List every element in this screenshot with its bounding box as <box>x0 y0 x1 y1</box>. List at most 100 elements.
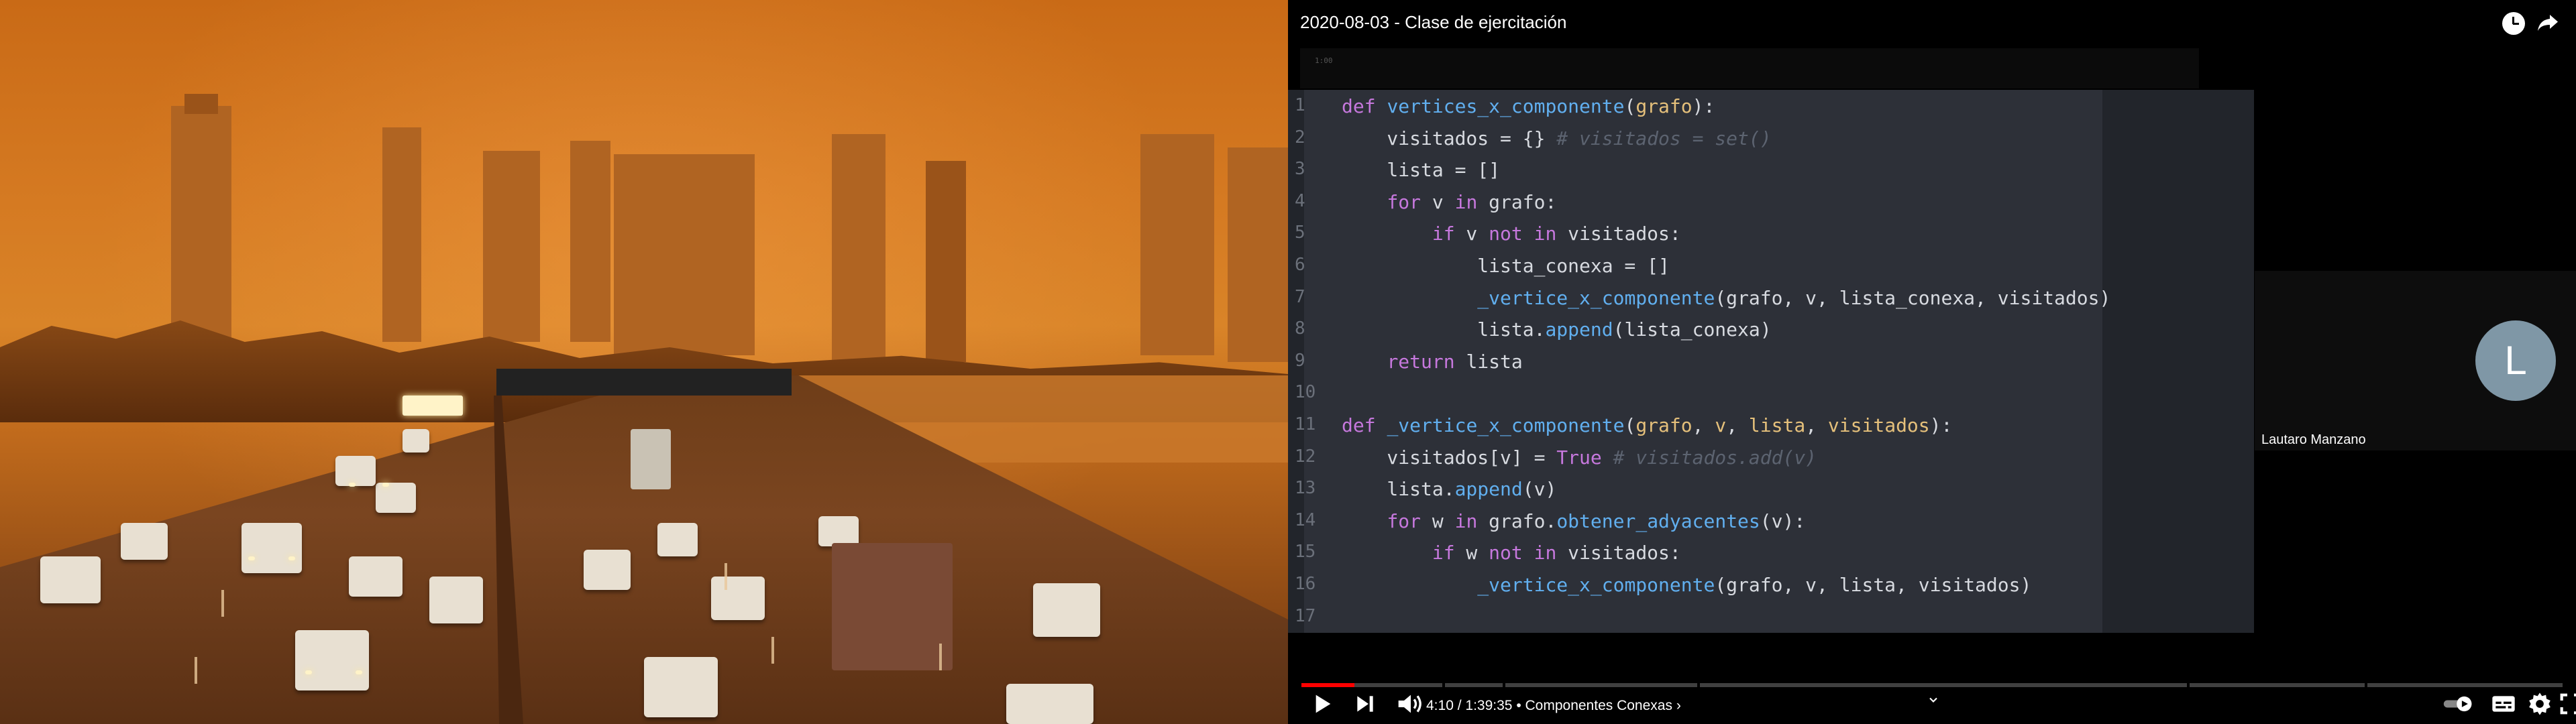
car <box>1033 583 1100 637</box>
car <box>40 556 101 603</box>
chapter-marker <box>1697 683 1700 687</box>
headlight <box>305 670 312 674</box>
headlight <box>349 483 356 487</box>
code-text: if v not in visitados: <box>1432 223 1681 245</box>
line-number: 16 <box>1295 574 1316 594</box>
code-text: visitados = {} # visitados = set() <box>1342 127 1772 149</box>
progress-bar[interactable] <box>1301 683 2563 687</box>
line-number: 12 <box>1295 446 1316 467</box>
chapter-title[interactable]: Componentes Conexas <box>1525 698 1672 713</box>
building <box>184 94 218 114</box>
line-number: 13 <box>1295 478 1316 499</box>
volume-icon[interactable] <box>1394 690 1428 717</box>
car <box>657 523 698 556</box>
code-text: visitados[v] = True # visitados.add(v) <box>1342 446 1817 469</box>
chapter-marker <box>1442 683 1445 687</box>
car <box>644 657 718 717</box>
line-number: 11 <box>1295 414 1316 434</box>
autoplay-toggle-icon[interactable] <box>2442 690 2475 717</box>
video-title[interactable]: 2020-08-03 - Clase de ejercitación <box>1300 12 1566 33</box>
time-display: 4:10 / 1:39:35 • Componentes Conexas › <box>1426 698 1681 714</box>
building <box>832 134 885 362</box>
lane-marking <box>939 644 942 670</box>
building <box>570 141 610 342</box>
line-number: 9 <box>1295 350 1305 371</box>
code-text: _vertice_x_componente(grafo, v, lista_co… <box>1477 286 2111 309</box>
line-number: 10 <box>1295 382 1316 403</box>
car <box>711 577 765 620</box>
code-text: lista.append(lista_conexa) <box>1342 318 1772 341</box>
headlight <box>402 396 463 416</box>
code-text: for w in grafo.obtener_adyacentes(v): <box>1387 509 1806 532</box>
play-icon[interactable] <box>1308 690 1335 717</box>
code-text: def _vertice_x_componente(grafo, v, list… <box>1342 414 1953 436</box>
headlight <box>288 556 295 560</box>
code-text: lista = [] <box>1342 159 1501 182</box>
code-text: if w not in visitados: <box>1432 542 1681 564</box>
slide-counter: 1:00 <box>1315 56 1333 65</box>
car <box>241 523 302 573</box>
code-text: def vertices_x_componente(grafo): <box>1342 95 1715 117</box>
chapter-separator: • <box>1516 698 1525 713</box>
share-arrow-icon[interactable] <box>2534 11 2561 35</box>
building <box>1228 147 1288 362</box>
time-separator: / <box>1457 698 1466 713</box>
car <box>349 556 402 597</box>
line-number: 15 <box>1295 542 1316 562</box>
slide-toolbar: 1:00 <box>1300 48 2199 88</box>
building <box>483 151 540 342</box>
line-number: 8 <box>1295 318 1305 339</box>
line-number: 1 <box>1295 95 1305 115</box>
participant-name: Lautaro Manzano <box>2261 432 2366 447</box>
headlight <box>248 556 255 560</box>
avatar: L <box>2475 320 2556 401</box>
chapter-marker <box>2187 683 2190 687</box>
car <box>402 429 429 452</box>
line-number: 2 <box>1295 127 1305 147</box>
subtitles-icon[interactable] <box>2489 690 2518 717</box>
chapter-chevron-icon[interactable]: › <box>1676 698 1681 713</box>
car <box>121 523 168 560</box>
truck <box>631 429 671 489</box>
video-player[interactable]: 2020-08-03 - Clase de ejercitación 1:00 … <box>1288 0 2576 724</box>
code-text: return lista <box>1387 350 1523 373</box>
clock-icon[interactable] <box>2502 12 2525 35</box>
time-current: 4:10 <box>1426 698 1454 713</box>
headlight <box>382 483 389 487</box>
code-text: lista.append(v) <box>1342 478 1557 501</box>
building <box>382 127 421 342</box>
line-number: 6 <box>1295 255 1305 275</box>
building <box>1140 134 1214 355</box>
fullscreen-icon[interactable] <box>2557 690 2576 717</box>
chevron-down-icon[interactable] <box>1925 693 1941 707</box>
gear-icon[interactable] <box>2526 690 2553 717</box>
line-number: 5 <box>1295 223 1305 243</box>
line-number: 3 <box>1295 159 1305 180</box>
chapter-marker <box>2365 683 2367 687</box>
time-total: 1:39:35 <box>1465 698 1513 713</box>
car <box>1006 684 1093 724</box>
progress-played <box>1301 683 1354 687</box>
line-number: 14 <box>1295 509 1316 530</box>
truck <box>832 543 953 670</box>
overhead-sign <box>496 369 792 396</box>
building <box>614 154 755 355</box>
code-slide: 1 def vertices_x_componente(grafo): 2 visi… <box>1288 90 2254 633</box>
next-icon[interactable] <box>1352 690 1379 717</box>
headlight <box>356 670 362 674</box>
chapter-marker <box>1503 683 1505 687</box>
line-number: 17 <box>1295 605 1316 626</box>
highway-photo <box>0 0 1288 724</box>
lane-marking <box>771 637 774 664</box>
car <box>584 550 631 590</box>
car <box>818 516 859 546</box>
code-text: _vertice_x_componente(grafo, v, lista, v… <box>1477 574 2032 596</box>
lane-marking <box>195 657 197 684</box>
car <box>335 456 376 486</box>
building <box>926 161 966 362</box>
line-number: 4 <box>1295 190 1305 211</box>
code-text: for v in grafo: <box>1387 190 1557 213</box>
line-number: 7 <box>1295 286 1305 307</box>
car <box>295 630 369 690</box>
car <box>429 577 483 623</box>
